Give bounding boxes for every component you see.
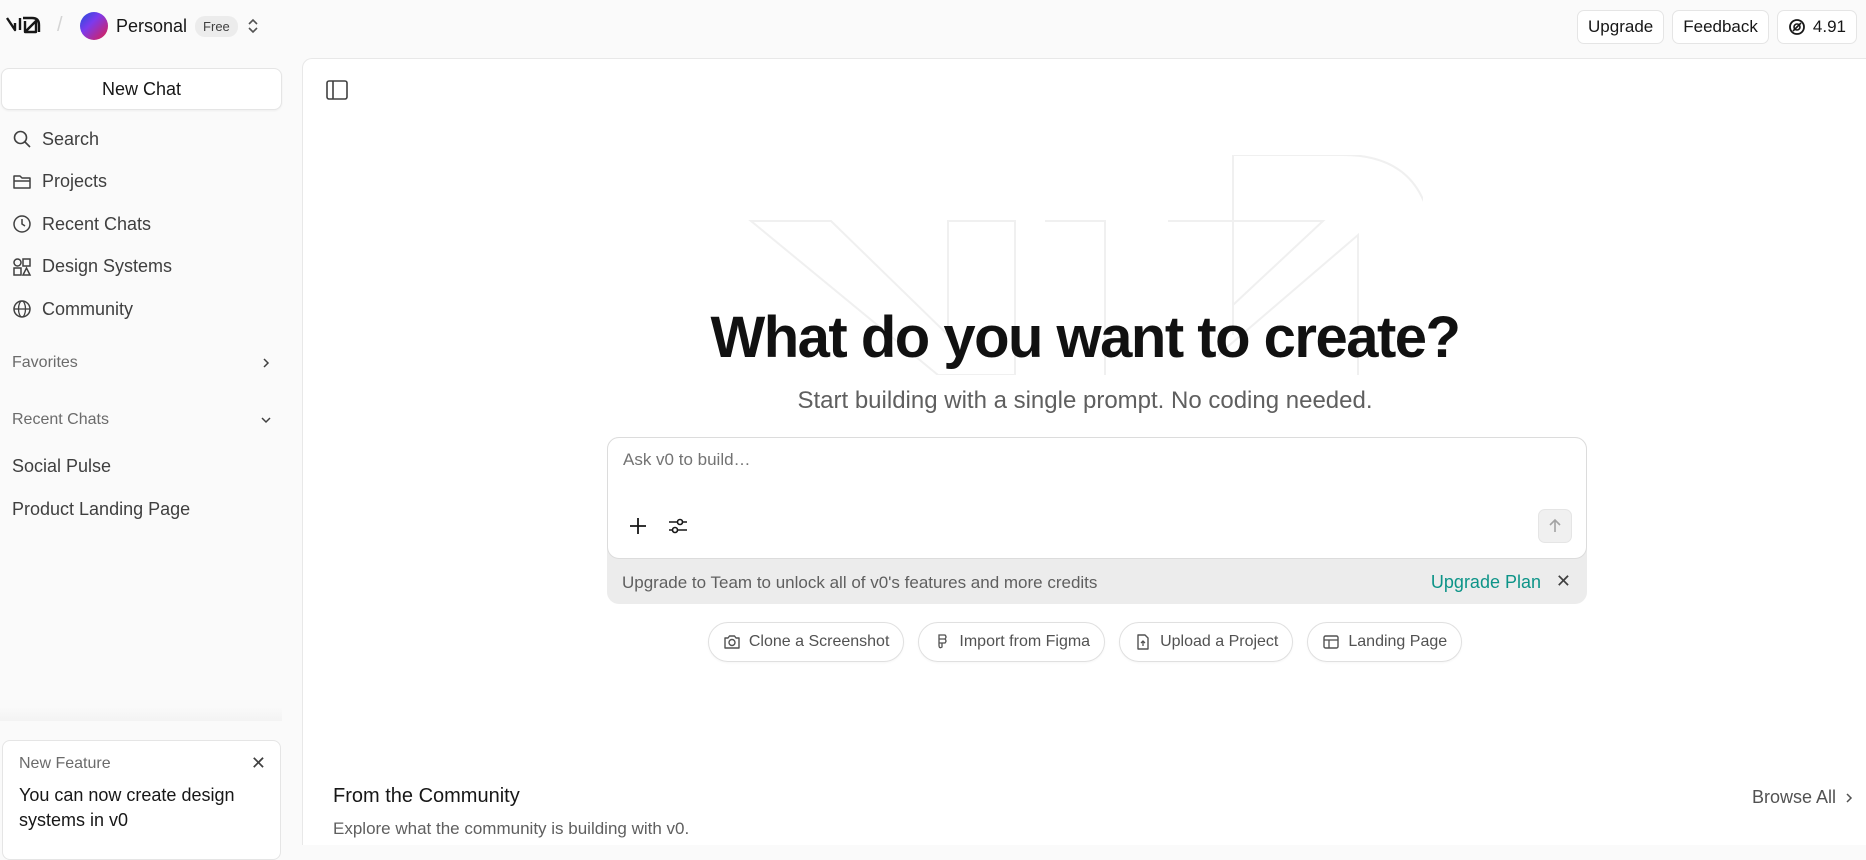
browse-all-link[interactable]: Browse All — [1752, 787, 1854, 808]
upgrade-banner-text: Upgrade to Team to unlock all of v0's fe… — [622, 573, 1098, 592]
credits-value: 4.91 — [1812, 17, 1846, 36]
sidebar-toggle-icon[interactable] — [325, 79, 349, 101]
sidebar-item-label: Design Systems — [42, 256, 173, 277]
send-button[interactable] — [1538, 509, 1572, 543]
favorites-label: Favorites — [12, 354, 78, 371]
plus-icon[interactable] — [626, 514, 650, 538]
close-icon[interactable]: ✕ — [1556, 571, 1571, 592]
page-title: What do you want to create? — [710, 305, 1462, 370]
sidebar-divider — [0, 707, 282, 721]
upgrade-plan-link[interactable]: Upgrade Plan — [1431, 572, 1541, 593]
new-chat-button[interactable]: New Chat — [1, 68, 282, 110]
recent-chat-item[interactable]: Product Landing Page — [12, 499, 190, 520]
main-panel: What do you want to create? Start buildi… — [302, 58, 1866, 845]
settings-sliders-icon[interactable] — [666, 514, 690, 538]
folder-icon — [13, 175, 31, 189]
chip-landing-page[interactable]: Landing Page — [1307, 622, 1463, 662]
prompt-container: Upgrade to Team to unlock all of v0's fe… — [607, 437, 1587, 604]
prompt-input[interactable] — [623, 450, 1563, 470]
clock-icon — [13, 215, 31, 233]
sidebar-item-label: Recent Chats — [42, 213, 152, 234]
suggestion-chips: Clone a Screenshot Import from Figma Upl… — [303, 622, 1866, 662]
chip-upload-project[interactable]: Upload a Project — [1119, 622, 1294, 662]
sidebar: New Chat Search Projects Recent Chats De… — [0, 52, 300, 860]
feature-text: You can now create design systems in v0 — [19, 785, 235, 830]
recent-chats-label: Recent Chats — [12, 411, 109, 428]
sidebar-item-recent-chats[interactable]: Recent Chats — [0, 203, 290, 246]
account-name: Personal — [116, 15, 188, 36]
chevron-right-icon — [263, 358, 270, 368]
globe-icon — [13, 300, 31, 318]
chip-label: Landing Page — [1348, 633, 1448, 650]
sidebar-item-design-systems[interactable]: Design Systems — [0, 246, 290, 289]
figma-icon — [938, 634, 948, 649]
new-feature-card[interactable]: New Feature ✕ You can now create design … — [2, 740, 281, 860]
sidebar-item-projects[interactable]: Projects — [0, 161, 290, 204]
sidebar-item-label: Community — [42, 298, 134, 319]
favorites-section[interactable]: Favorites — [12, 354, 272, 372]
upgrade-button[interactable]: Upgrade — [1577, 10, 1665, 44]
file-upload-icon — [1137, 634, 1149, 650]
page-subtitle: Start building with a single prompt. No … — [797, 387, 1373, 414]
feedback-button[interactable]: Feedback — [1672, 10, 1769, 44]
arrow-up-icon — [1549, 518, 1561, 532]
camera-icon — [724, 635, 740, 649]
shapes-icon — [13, 258, 32, 276]
avatar — [80, 12, 108, 40]
account-switcher[interactable]: Personal Free — [80, 12, 260, 40]
layout-icon — [1323, 635, 1340, 649]
plan-badge: Free — [195, 15, 238, 37]
top-bar: / Personal Free Upgrade Feedback 4.91 — [0, 0, 1866, 52]
chevron-right-icon — [1846, 792, 1853, 803]
credits-button[interactable]: 4.91 — [1776, 10, 1857, 44]
community-title: From the Community — [333, 785, 520, 807]
chip-label: Upload a Project — [1160, 633, 1279, 650]
chevron-down-icon — [261, 417, 271, 424]
breadcrumb-separator: / — [57, 14, 63, 36]
sidebar-item-label: Search — [42, 128, 100, 149]
sidebar-item-search[interactable]: Search — [0, 118, 290, 161]
browse-all-label: Browse All — [1751, 787, 1836, 807]
chip-label: Clone a Screenshot — [748, 633, 890, 650]
v0-logo-icon[interactable] — [6, 14, 44, 36]
community-subtitle: Explore what the community is building w… — [333, 819, 690, 838]
credits-icon — [1789, 19, 1805, 35]
feature-title: New Feature — [19, 755, 111, 772]
chip-import-figma[interactable]: Import from Figma — [918, 622, 1106, 662]
recent-chats-section[interactable]: Recent Chats — [12, 411, 272, 429]
prompt-box — [607, 437, 1587, 559]
chip-label: Import from Figma — [959, 633, 1091, 650]
chip-clone-screenshot[interactable]: Clone a Screenshot — [707, 622, 905, 662]
sidebar-item-community[interactable]: Community — [0, 288, 290, 331]
recent-chat-item[interactable]: Social Pulse — [12, 456, 111, 477]
sidebar-nav: Search Projects Recent Chats Design Syst… — [0, 118, 290, 331]
sidebar-item-label: Projects — [42, 171, 108, 192]
chevron-up-down-icon — [248, 18, 258, 34]
close-icon[interactable]: ✕ — [251, 753, 266, 774]
search-icon — [13, 130, 31, 148]
